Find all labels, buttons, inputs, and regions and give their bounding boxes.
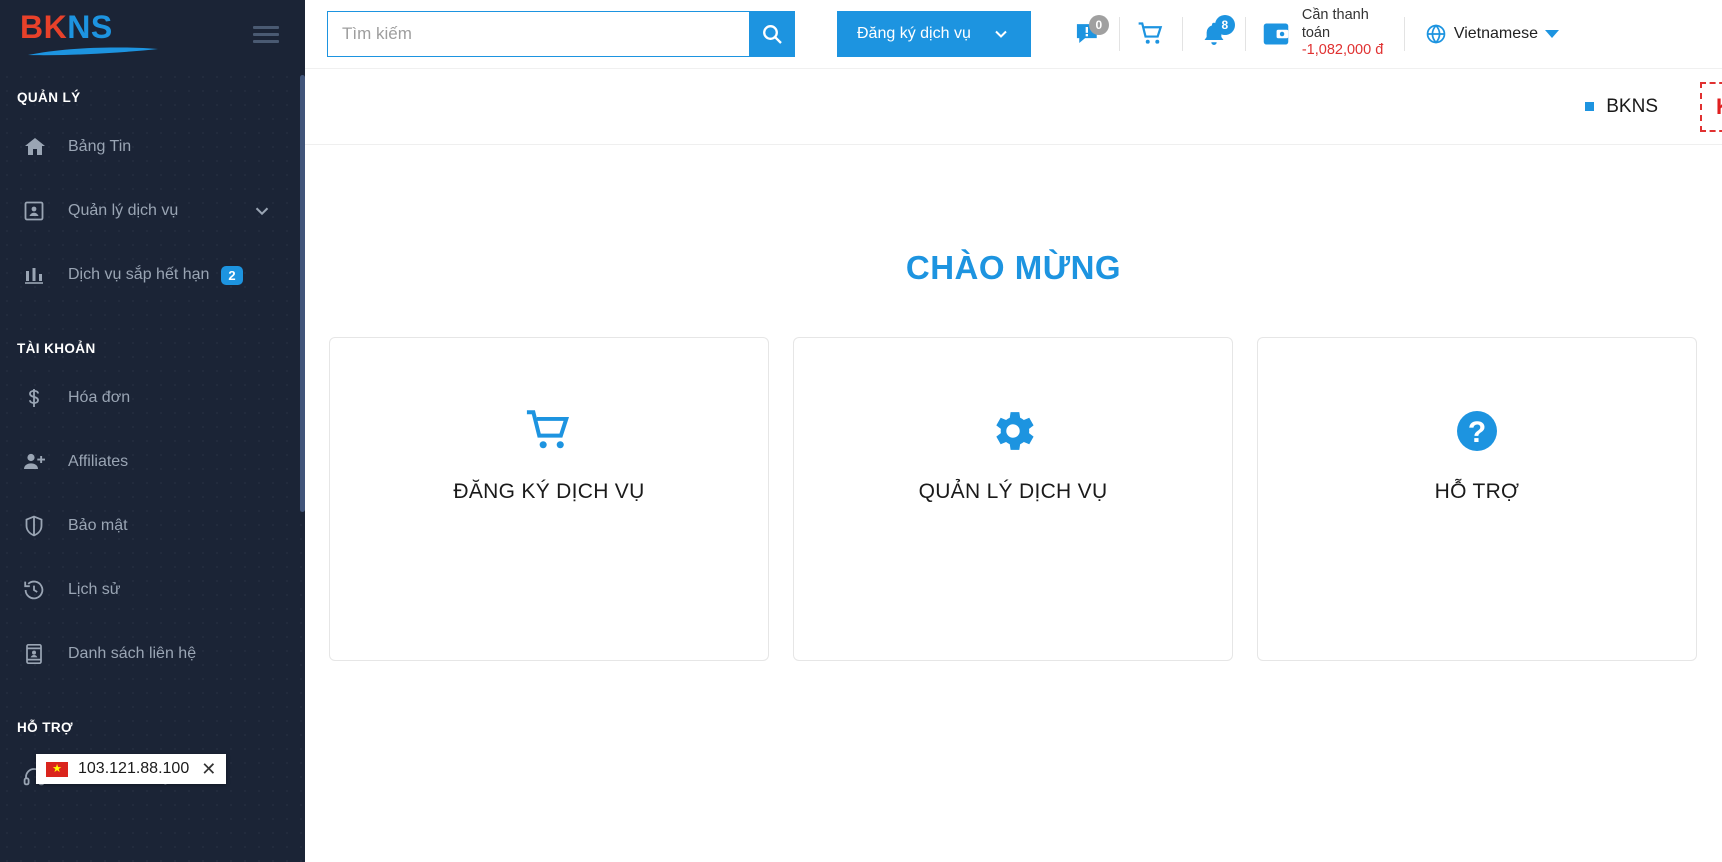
gear-icon (987, 400, 1039, 462)
sidebar-item-label: Affiliates (68, 453, 128, 471)
card-label: HỖ TRỢ (1435, 480, 1520, 504)
sidebar-item-label: Lịch sử (68, 581, 121, 599)
services-icon (22, 198, 56, 224)
vietnam-flag-icon: ★ (46, 762, 68, 777)
svg-text:?: ? (1468, 416, 1486, 449)
brand-logo[interactable]: BKNS (20, 11, 160, 57)
card-ho-tro[interactable]: ? HỖ TRỢ (1257, 337, 1697, 661)
history-icon (22, 577, 56, 603)
sidebar-section-management: QUẢN LÝ (0, 68, 305, 115)
sidebar-item-label: Quản lý dịch vụ (68, 202, 178, 220)
logo-text-bk: BK (20, 9, 67, 45)
sidebar-item-bang-tin[interactable]: Bảng Tin (0, 115, 305, 179)
page-title: CHÀO MỪNG (305, 145, 1722, 287)
bullet-icon (1585, 102, 1594, 111)
wallet-button[interactable]: Cần thanh toán -1,082,000 đ (1248, 7, 1402, 60)
hamburger-bar (253, 40, 279, 43)
top-header: Đăng ký dịch vụ 0 (305, 0, 1722, 68)
messages-badge: 0 (1089, 15, 1109, 35)
search-icon (760, 22, 784, 46)
main-area: Đăng ký dịch vụ 0 (305, 0, 1722, 862)
divider (1245, 17, 1246, 51)
card-quan-ly-dich-vu[interactable]: QUẢN LÝ DỊCH VỤ (793, 337, 1233, 661)
divider (1404, 17, 1405, 51)
chevron-down-icon (991, 24, 1011, 44)
sidebar-section-support: HỖ TRỢ (0, 686, 305, 745)
sidebar-header: BKNS (0, 0, 305, 68)
globe-icon (1425, 23, 1447, 45)
divider (1182, 17, 1183, 51)
card-label: ĐĂNG KÝ DỊCH VỤ (453, 480, 644, 504)
card-dang-ky-dich-vu[interactable]: ĐĂNG KÝ DỊCH VỤ (329, 337, 769, 661)
shield-icon (22, 513, 56, 539)
sidebar-toggle-button[interactable] (251, 22, 281, 47)
register-service-label: Đăng ký dịch vụ (857, 25, 971, 43)
ip-address-popup[interactable]: ★ 103.121.88.100 ✕ (36, 754, 226, 784)
search-button[interactable] (749, 11, 795, 57)
divider (1119, 17, 1120, 51)
notifications-badge: 8 (1215, 15, 1235, 35)
ticker-cta-button[interactable]: KI (1700, 82, 1722, 132)
close-icon[interactable]: ✕ (201, 760, 216, 778)
dollar-icon (22, 385, 56, 411)
wallet-amount: -1,082,000 đ (1302, 42, 1386, 60)
cart-button[interactable] (1122, 11, 1180, 57)
search-input[interactable] (327, 11, 749, 57)
notifications-button[interactable]: 8 (1185, 11, 1243, 57)
sidebar-item-affiliates[interactable]: Affiliates (0, 430, 305, 494)
sidebar-item-badge: 2 (221, 266, 242, 285)
ip-address-text: 103.121.88.100 (78, 760, 189, 778)
ticker-item[interactable]: BKNS (1585, 96, 1658, 118)
sidebar-item-label: Bảng Tin (68, 138, 131, 156)
sidebar-item-hoa-don[interactable]: Hóa đơn (0, 366, 305, 430)
home-icon (22, 134, 56, 160)
language-label: Vietnamese (1454, 25, 1538, 43)
cart-icon (522, 400, 576, 462)
chart-icon (22, 262, 56, 288)
wallet-icon (1262, 21, 1290, 47)
hamburger-bar (253, 33, 279, 36)
sidebar: BKNS QUẢN LÝ Bảng Tin (0, 0, 305, 862)
shortcut-cards: ĐĂNG KÝ DỊCH VỤ QUẢN LÝ DỊCH VỤ (305, 287, 1722, 661)
main-content: CHÀO MỪNG ĐĂNG KÝ DỊCH VỤ (305, 145, 1722, 862)
sidebar-item-label: Hóa đơn (68, 389, 130, 407)
user-add-icon (22, 449, 56, 475)
logo-swoosh-icon (26, 45, 160, 57)
contact-book-icon (22, 641, 56, 667)
hamburger-bar (253, 26, 279, 29)
language-selector[interactable]: Vietnamese (1407, 23, 1575, 45)
ticker-text: BKNS (1606, 96, 1658, 118)
sidebar-item-label: Danh sách liên hệ (68, 645, 196, 663)
sidebar-item-lich-su[interactable]: Lịch sử (0, 558, 305, 622)
cart-icon (1136, 20, 1166, 48)
app-root: BKNS QUẢN LÝ Bảng Tin (0, 0, 1722, 862)
chevron-down-icon[interactable] (251, 200, 273, 222)
sidebar-item-label: Bảo mật (68, 517, 128, 535)
announcement-ticker: BKNS KI (305, 68, 1722, 145)
sidebar-item-bao-mat[interactable]: Bảo mật (0, 494, 305, 558)
question-circle-icon: ? (1453, 400, 1501, 462)
chevron-down-icon (1545, 30, 1559, 38)
logo-text-ns: NS (67, 9, 112, 45)
sidebar-item-label: Dịch vụ sắp hết hạn (68, 266, 209, 284)
sidebar-item-quan-ly-dich-vu[interactable]: Quản lý dịch vụ (0, 179, 305, 243)
sidebar-item-dich-vu-sap-het-han[interactable]: Dịch vụ sắp hết hạn 2 (0, 243, 305, 307)
register-service-button[interactable]: Đăng ký dịch vụ (837, 11, 1031, 57)
wallet-label: Cần thanh toán (1302, 7, 1386, 42)
sidebar-section-account: TÀI KHOẢN (0, 307, 305, 366)
sidebar-item-danh-sach-lien-he[interactable]: Danh sách liên hệ (0, 622, 305, 686)
card-label: QUẢN LÝ DỊCH VỤ (919, 480, 1108, 504)
messages-button[interactable]: 0 (1059, 11, 1117, 57)
search-bar (327, 11, 795, 57)
